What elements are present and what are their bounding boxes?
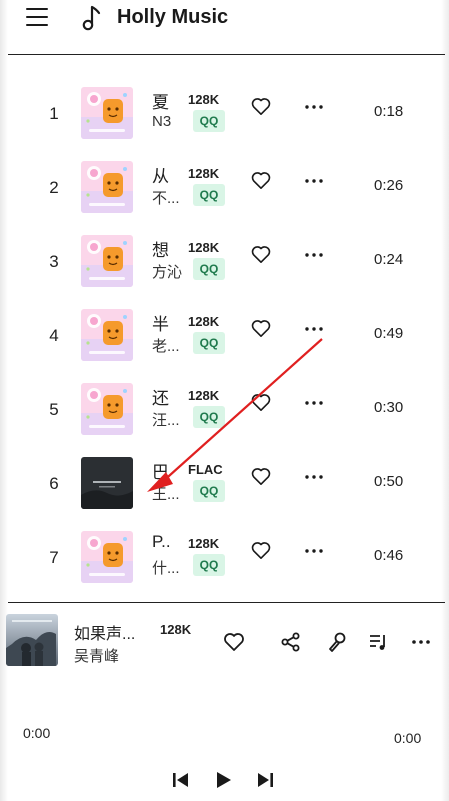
- current-time: 0:00: [23, 725, 51, 741]
- quality-label: 128K: [188, 314, 220, 329]
- song-artist: N3: [152, 113, 172, 130]
- source-badge: QQ: [193, 554, 225, 576]
- song-index: 5: [49, 400, 59, 419]
- pink-cartoon-cover: [81, 531, 133, 583]
- song-row[interactable]: 6 巴王... FLAC QQ 0:50: [0, 452, 449, 526]
- song-title: 夏: [152, 93, 169, 112]
- song-index: 1: [49, 104, 59, 123]
- more-icon[interactable]: [303, 172, 325, 183]
- quality-label: 128K: [188, 536, 220, 551]
- song-duration: 0:24: [374, 251, 404, 268]
- microphone-icon[interactable]: [325, 630, 349, 654]
- pink-cartoon-cover: [81, 235, 133, 287]
- source-badge: QQ: [193, 406, 225, 428]
- song-title: 巴: [152, 463, 169, 482]
- song-artist: 什...: [152, 560, 180, 577]
- pink-cartoon-cover: [81, 161, 133, 213]
- source-badge: QQ: [193, 184, 225, 206]
- song-duration: 0:50: [374, 473, 404, 490]
- song-duration: 0:30: [374, 399, 404, 416]
- song-row[interactable]: 5 还汪... 128K QQ 0:30: [0, 378, 449, 452]
- app-title: Holly Music: [117, 6, 229, 28]
- total-time: 0:00: [394, 730, 422, 746]
- song-duration: 0:26: [374, 177, 404, 194]
- pink-cartoon-cover: [81, 383, 133, 435]
- song-artist: 方沁: [152, 264, 183, 281]
- song-title: 想: [152, 241, 169, 260]
- song-index: 6: [49, 474, 59, 493]
- dark-photo-cover: [81, 457, 133, 509]
- heart-icon[interactable]: [250, 244, 272, 264]
- source-badge: QQ: [193, 480, 225, 502]
- song-title: 从: [152, 167, 169, 186]
- app-header: Holly Music: [0, 0, 449, 52]
- song-row[interactable]: 1 夏 N3 128K QQ 0:18: [0, 82, 449, 156]
- heart-icon[interactable]: [250, 540, 272, 560]
- quality-label: 128K: [188, 240, 220, 255]
- source-badge: QQ: [193, 258, 225, 280]
- header-divider: [8, 54, 445, 55]
- song-duration: 0:18: [374, 103, 404, 120]
- playlist-icon[interactable]: [367, 630, 391, 654]
- now-playing-title: 如果声...: [74, 626, 136, 643]
- source-badge: QQ: [193, 110, 225, 132]
- share-icon[interactable]: [279, 630, 303, 654]
- more-icon[interactable]: [303, 394, 325, 405]
- song-index: 2: [49, 178, 59, 197]
- play-icon[interactable]: [212, 769, 234, 791]
- more-icon[interactable]: [303, 320, 325, 331]
- more-icon[interactable]: [409, 630, 433, 654]
- song-artist: 不...: [152, 190, 180, 207]
- heart-icon[interactable]: [250, 170, 272, 190]
- pink-cartoon-cover: [81, 87, 133, 139]
- heart-icon[interactable]: [250, 466, 272, 486]
- song-artist: 老...: [152, 338, 180, 355]
- now-playing-quality: 128K: [160, 622, 192, 637]
- more-icon[interactable]: [303, 542, 325, 553]
- quality-label: 128K: [188, 388, 220, 403]
- more-icon[interactable]: [303, 98, 325, 109]
- source-badge: QQ: [193, 332, 225, 354]
- previous-icon[interactable]: [170, 769, 192, 791]
- now-playing-artist: 吴青峰: [74, 648, 120, 665]
- song-artist: 王...: [152, 486, 180, 503]
- pink-cartoon-cover: [81, 309, 133, 361]
- quality-label: FLAC: [188, 462, 223, 477]
- song-row[interactable]: 3 想方沁 128K QQ 0:24: [0, 230, 449, 304]
- song-row[interactable]: 4 半老... 128K QQ 0:49: [0, 304, 449, 378]
- song-duration: 0:46: [374, 547, 404, 564]
- heart-icon[interactable]: [222, 630, 246, 654]
- more-icon[interactable]: [303, 468, 325, 479]
- quality-label: 128K: [188, 92, 220, 107]
- hamburger-menu-icon[interactable]: [26, 8, 48, 26]
- song-row[interactable]: 2 从不... 128K QQ 0:26: [0, 156, 449, 230]
- song-title: P..: [152, 532, 171, 551]
- song-duration: 0:49: [374, 325, 404, 342]
- song-index: 4: [49, 326, 59, 345]
- heart-icon[interactable]: [250, 96, 272, 116]
- song-title: 半: [152, 315, 169, 334]
- song-row[interactable]: 7 P.. 什... 128K QQ 0:46: [0, 526, 449, 600]
- quality-label: 128K: [188, 166, 220, 181]
- song-index: 3: [49, 252, 59, 271]
- song-title: 还: [152, 389, 169, 408]
- heart-icon[interactable]: [250, 392, 272, 412]
- more-icon[interactable]: [303, 246, 325, 257]
- player-divider: [8, 602, 445, 603]
- heart-icon[interactable]: [250, 318, 272, 338]
- song-index: 7: [49, 548, 59, 567]
- music-note-icon: [82, 4, 104, 32]
- song-artist: 汪...: [152, 412, 180, 429]
- now-playing-cover[interactable]: [6, 614, 58, 666]
- app-window: Holly Music 1 夏 N3 128K QQ 0:18 2 从不... 128K QQ 0:…: [0, 0, 449, 801]
- next-icon[interactable]: [254, 769, 276, 791]
